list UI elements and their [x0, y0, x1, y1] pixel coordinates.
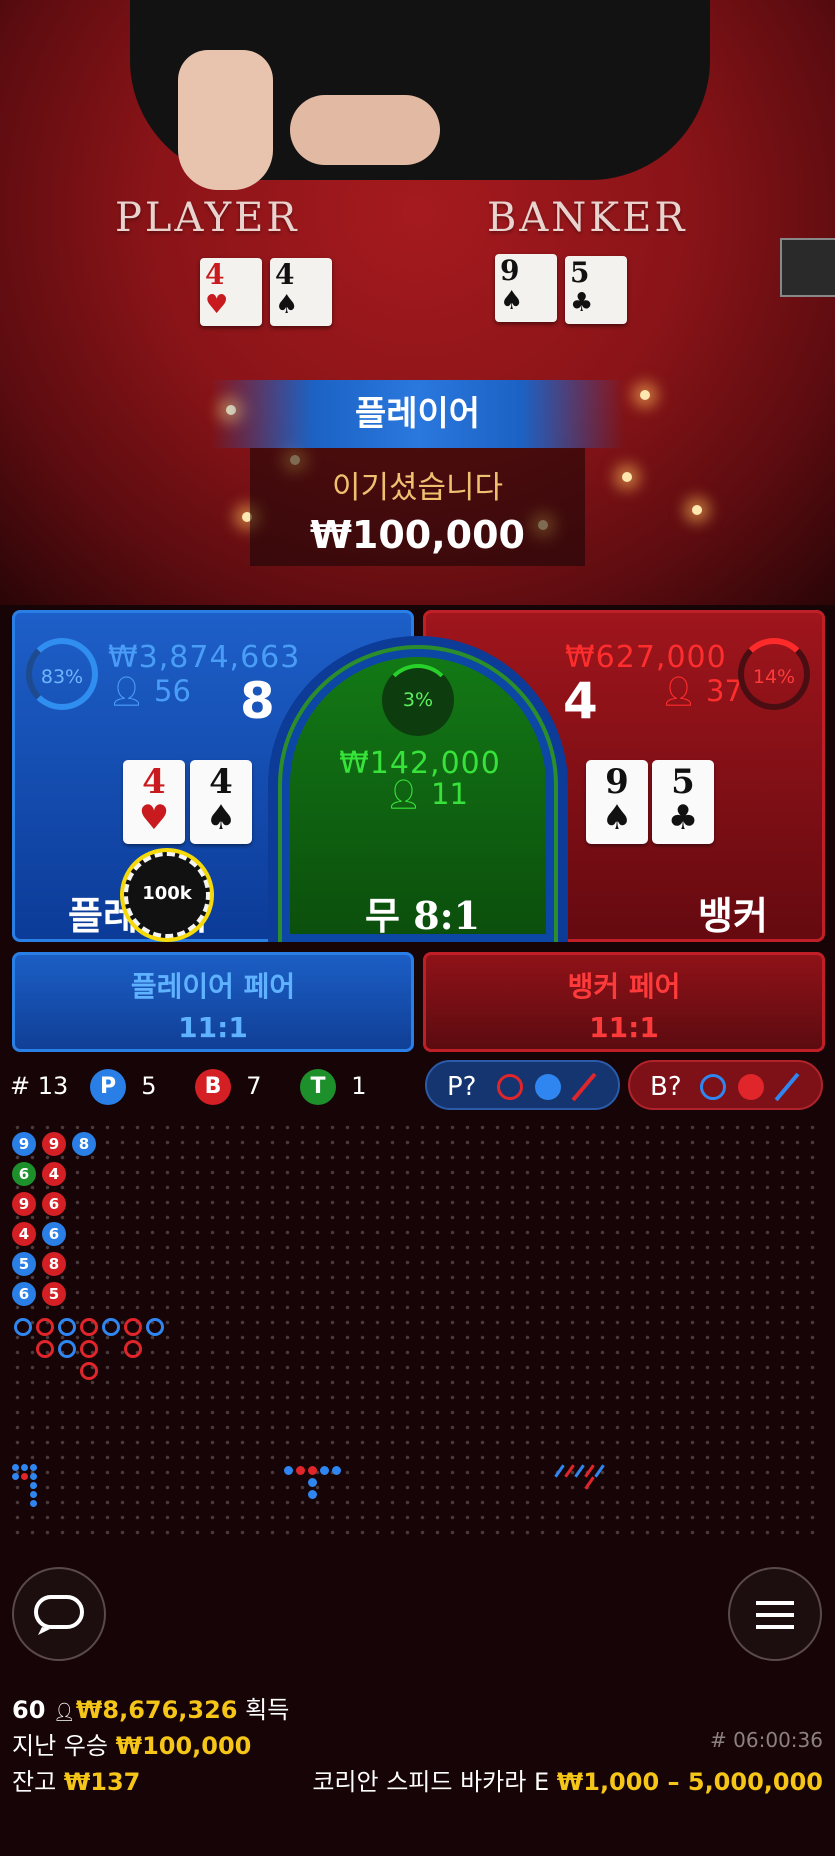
dealer-hand-left — [178, 50, 273, 190]
player-card-1: 4 ♥ — [123, 760, 185, 844]
banker-pair-label: 뱅커 페어 — [567, 970, 681, 1003]
table-info-line: 코리안 스피드 바카라 E ₩1,000 – 5,000,000 — [312, 1762, 823, 1797]
person-icon: 👤︎ — [53, 1702, 76, 1723]
big-road-mark — [124, 1340, 142, 1358]
banker-card-1: 9 ♠ — [586, 760, 648, 844]
big-road-mark — [124, 1318, 142, 1336]
banker-score: 4 — [563, 672, 598, 730]
big-road-mark — [58, 1318, 76, 1336]
player-card-2: 4 ♠ — [190, 760, 252, 844]
live-video: PLAYER BANKER 4 ♥ 4 ♠ 9 ♠ 5 ♣ 플레이어 이기셨습니다 ₩1… — [0, 0, 835, 605]
chat-icon — [34, 1595, 84, 1635]
bead-road-result: 5 — [42, 1282, 66, 1306]
big-road-mark — [102, 1318, 120, 1336]
banker-predict-button[interactable]: B? — [628, 1060, 823, 1110]
felt-banker-text: BANKER — [487, 195, 688, 241]
person-icon: 👤︎ — [108, 674, 145, 708]
player-percent-ring: 83% — [26, 638, 98, 710]
table-card-banker-1: 9 ♠ — [495, 254, 557, 322]
balance-line: 잔고 ₩137 — [12, 1768, 141, 1796]
tie-payout: 8:1 — [413, 893, 481, 938]
game-timer: # 06:00:36 — [710, 1728, 823, 1752]
tie-total-bet: ₩142,000 — [339, 746, 501, 781]
player-pair-payout: 11:1 — [178, 1011, 248, 1044]
big-road-mark — [14, 1318, 32, 1336]
chat-button[interactable] — [12, 1567, 106, 1661]
chip-icon[interactable]: 100k — [124, 852, 210, 938]
table-card-banker-2: 5 ♣ — [565, 256, 627, 324]
person-icon: 👤︎ — [660, 674, 697, 708]
sparkle — [692, 505, 702, 515]
last-win-line: 지난 우승 ₩100,000 — [12, 1732, 252, 1760]
bead-road-result: 8 — [42, 1252, 66, 1276]
big-road-mark — [36, 1340, 54, 1358]
table-card-player-2: 4 ♠ — [270, 258, 332, 326]
bet-limits: ₩1,000 – 5,000,000 — [556, 1768, 823, 1796]
round-counter: # 13 — [10, 1072, 69, 1100]
banker-wins-stat: B 7 — [195, 1068, 262, 1105]
player-pair-label: 플레이어 페어 — [130, 970, 296, 1003]
banker-bettors: 👤︎ 37 — [660, 674, 743, 708]
big-road-mark — [146, 1318, 164, 1336]
tie-percent-ring: 3% — [382, 664, 454, 736]
bead-road-result: 6 — [42, 1222, 66, 1246]
bead-road-result: 9 — [12, 1192, 36, 1216]
player-total-bet: ₩3,874,663 — [108, 640, 301, 675]
banker-label: 뱅커 — [698, 894, 768, 938]
big-road-mark — [80, 1362, 98, 1380]
banker-total-bet: ₩627,000 — [565, 640, 727, 675]
banker-card-2: 5 ♣ — [652, 760, 714, 844]
player-predict-button[interactable]: P? — [425, 1060, 620, 1110]
person-icon: 👤︎ — [385, 777, 422, 811]
felt-player-text: PLAYER — [115, 195, 300, 241]
player-score: 8 — [240, 672, 275, 730]
player-wins-stat: P 5 — [90, 1068, 157, 1105]
win-amount: ₩100,000 — [310, 513, 525, 557]
bead-road-result: 9 — [12, 1132, 36, 1156]
big-road-mark — [36, 1318, 54, 1336]
big-road-mark — [80, 1318, 98, 1336]
big-road-mark — [80, 1340, 98, 1358]
bead-road-result: 8 — [72, 1132, 96, 1156]
bead-road-result: 6 — [42, 1192, 66, 1216]
tie-stat: T 1 — [300, 1068, 367, 1105]
bet-spot-player-pair[interactable]: 플레이어 페어 11:1 — [12, 952, 414, 1052]
tie-label: 무 8:1 — [365, 893, 481, 938]
winnings-line: 60 👤︎₩8,676,326 획득 — [12, 1696, 290, 1724]
bead-road-result: 6 — [12, 1282, 36, 1306]
card-shoe — [780, 238, 835, 297]
winner-banner: 플레이어 — [210, 380, 625, 448]
bead-road-result: 4 — [12, 1222, 36, 1246]
bead-road-result: 4 — [42, 1162, 66, 1186]
scoreboard-roads[interactable]: 9986496465865 — [10, 1120, 825, 1540]
big-road-mark — [58, 1340, 76, 1358]
bead-road-result: 5 — [12, 1252, 36, 1276]
bet-spot-banker-pair[interactable]: 뱅커 페어 11:1 — [423, 952, 825, 1052]
player-bettors: 👤︎ 56 — [108, 674, 191, 708]
dealer-hand-right — [290, 95, 440, 165]
banker-pair-payout: 11:1 — [589, 1011, 659, 1044]
menu-icon — [756, 1601, 794, 1629]
menu-button[interactable] — [728, 1567, 822, 1661]
sparkle — [622, 472, 632, 482]
bead-road-result: 6 — [12, 1162, 36, 1186]
table-name: 코리안 스피드 바카라 E — [312, 1768, 550, 1796]
tie-bettors: 👤︎ 11 — [385, 777, 468, 811]
win-message: 이기셨습니다 — [331, 470, 504, 506]
bead-road-result: 9 — [42, 1132, 66, 1156]
sparkle — [640, 390, 650, 400]
win-panel: 이기셨습니다 ₩100,000 — [250, 448, 585, 566]
table-card-player-1: 4 ♥ — [200, 258, 262, 326]
banker-percent-ring: 14% — [738, 638, 810, 710]
